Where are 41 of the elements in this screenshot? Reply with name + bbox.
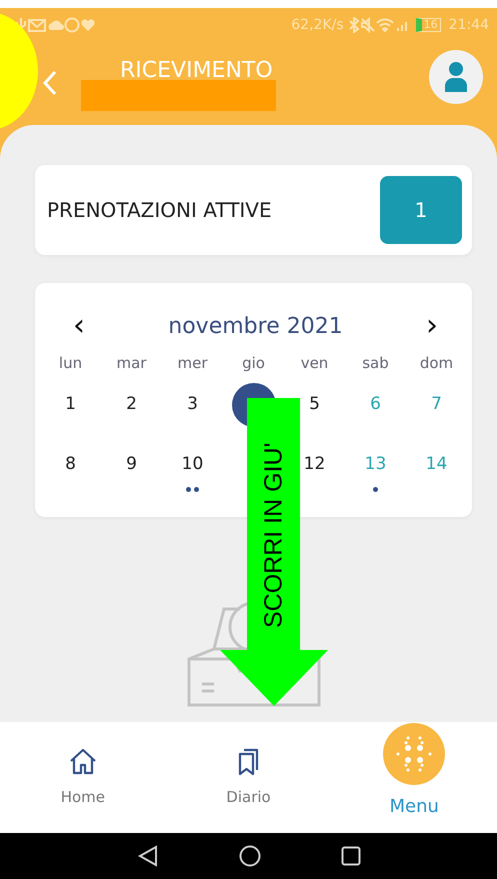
calendar-day[interactable]: 5: [309, 392, 320, 418]
wifi-icon: [376, 18, 394, 32]
next-month-button[interactable]: ›: [422, 311, 442, 341]
battery-level: 16: [416, 18, 441, 32]
weekday-label: dom: [420, 354, 454, 372]
weekday-label: sab: [362, 354, 389, 372]
back-triangle-icon[interactable]: [136, 845, 158, 867]
calendar-day[interactable]: 12: [304, 452, 326, 478]
calendar-day[interactable]: 9: [126, 452, 137, 478]
cloud-icon: [46, 18, 64, 32]
mute-icon: [360, 17, 376, 33]
event-dot: [373, 487, 378, 492]
arrow-caption: SCORRI IN GIU': [258, 441, 288, 630]
clock: 21:44: [448, 16, 489, 34]
weekday-label: gio: [242, 354, 265, 372]
previous-month-button[interactable]: ‹: [69, 311, 89, 341]
heart-icon: [80, 18, 96, 32]
event-dot: [194, 487, 199, 492]
calendar-day[interactable]: 10: [182, 452, 204, 478]
weekday-label: mer: [177, 354, 208, 372]
nav-tab[interactable]: Diario: [166, 722, 332, 833]
bookings-label: PRENOTAZIONI ATTIVE: [47, 197, 272, 224]
weekday-label: lun: [58, 354, 82, 372]
home-circle-icon[interactable]: [238, 845, 260, 867]
calendar-day[interactable]: 3: [187, 392, 198, 418]
month-title: novembre 2021: [168, 312, 343, 340]
weekday-label: mar: [116, 354, 146, 372]
calendar-day[interactable]: 1: [65, 392, 76, 418]
weekday-label: ven: [300, 354, 328, 372]
bluetooth-icon: [348, 17, 360, 33]
calendar-day[interactable]: 8: [65, 452, 76, 478]
nav-tab[interactable]: Home: [0, 722, 166, 833]
network-speed: 62,2K/s: [291, 16, 344, 34]
recents-square-icon[interactable]: [340, 846, 360, 866]
page-title: RICEVIMENTO: [120, 57, 273, 85]
calendar-day[interactable]: 2: [126, 392, 137, 418]
person-icon: [444, 61, 468, 93]
event-dot: [186, 487, 191, 492]
profile-button[interactable]: [429, 50, 483, 104]
circle-icon: [64, 17, 80, 33]
mail-icon: [28, 18, 46, 32]
